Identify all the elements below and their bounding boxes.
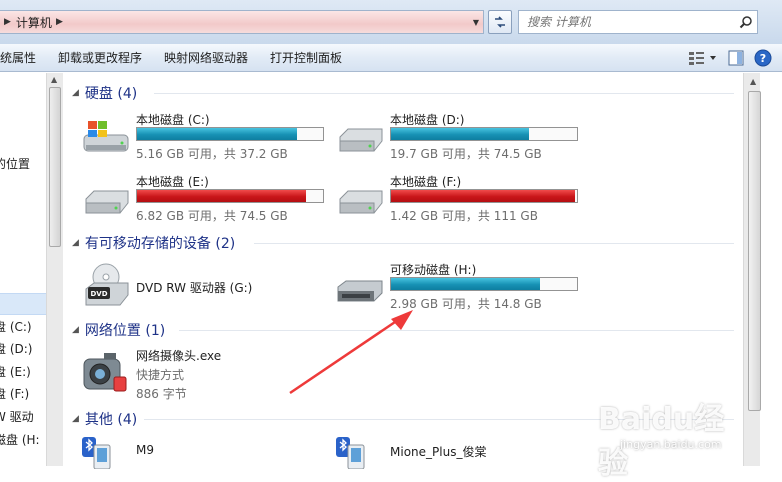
system-properties-button[interactable]: 统属性 [0, 49, 47, 66]
watermark: Baidu经验 jingyan.baidu.com [598, 394, 748, 481]
removable-disk-icon [337, 280, 383, 302]
collapse-icon[interactable]: ◢ [72, 238, 79, 248]
item-type: 快捷方式 [136, 368, 185, 382]
breadcrumb-item-computer[interactable]: 计算机 [16, 14, 52, 31]
nav-item-drive-d[interactable]: 盘 (D:) [0, 340, 38, 357]
chevron-right-icon[interactable]: ▶ [56, 17, 63, 27]
drive-name: 本地磁盘 (E:) [136, 175, 209, 189]
collapse-icon[interactable]: ◢ [72, 414, 79, 424]
item-size: 886 字节 [136, 387, 187, 401]
drive-name: 可移动磁盘 (H:) [390, 263, 477, 277]
drive-usage-bar [390, 189, 578, 203]
nav-item[interactable]: t [0, 77, 5, 91]
group-header-hard-disks[interactable]: ◢ 硬盘 (4) [72, 83, 137, 103]
item-name: Mione_Plus_俊棠 [390, 445, 487, 459]
dvd-drive-icon: DVD [85, 263, 129, 306]
group-header-removable[interactable]: ◢ 有可移动存储的设备 (2) [72, 233, 235, 253]
drive-free-space: 19.7 GB 可用，共 74.5 GB [390, 147, 542, 161]
drive-name: 本地磁盘 (C:) [136, 113, 210, 127]
view-options-button[interactable] [688, 51, 718, 65]
search-input[interactable] [527, 15, 737, 29]
drive-d[interactable]: 本地磁盘 (D:) 19.7 GB 可用，共 74.5 GB [334, 111, 584, 163]
drive-c[interactable]: 本地磁盘 (C:) 5.16 GB 可用，共 37.2 GB [80, 111, 330, 163]
nav-scrollbar-thumb[interactable] [49, 87, 61, 247]
chevron-right-icon[interactable]: ▶ [4, 17, 11, 27]
drive-removable-h[interactable]: 可移动磁盘 (H:) 2.98 GB 可用，共 14.8 GB [334, 261, 584, 313]
drive-usage-bar [136, 127, 324, 141]
search-box[interactable] [518, 10, 758, 34]
bluetooth-device-icon [336, 437, 365, 469]
open-control-panel-button[interactable]: 打开控制面板 [259, 49, 353, 66]
drive-name: 本地磁盘 (D:) [390, 113, 465, 127]
view-options-icon [689, 52, 716, 65]
hard-drive-icon [85, 190, 129, 214]
system-drive-icon [83, 121, 129, 152]
hard-drive-icon [339, 190, 383, 214]
drive-name: DVD RW 驱动器 (G:) [136, 281, 253, 295]
group-header-other[interactable]: ◢ 其他 (4) [72, 409, 137, 429]
drive-free-space: 2.98 GB 可用，共 14.8 GB [390, 297, 542, 311]
drive-usage-fill [391, 278, 540, 290]
nav-item-drive-c[interactable]: 盘 (C:) [0, 318, 38, 335]
nav-item-drive-f[interactable]: 盘 (F:) [0, 385, 35, 402]
help-icon: ? [754, 49, 772, 67]
group-header-network[interactable]: ◢ 网络位置 (1) [72, 320, 165, 340]
drive-e[interactable]: 本地磁盘 (E:) 6.82 GB 可用，共 74.5 GB [80, 173, 330, 225]
other-item-mione-plus[interactable]: Mione_Plus_俊棠 [334, 435, 554, 469]
drive-free-space: 5.16 GB 可用，共 37.2 GB [136, 147, 288, 161]
preview-pane-button[interactable] [728, 50, 744, 66]
watermark-url: jingyan.baidu.com [620, 438, 722, 451]
svg-text:DVD: DVD [90, 290, 107, 298]
drive-name: 本地磁盘 (F:) [390, 175, 462, 189]
refresh-button[interactable] [488, 10, 512, 34]
drive-free-space: 6.82 GB 可用，共 74.5 GB [136, 209, 288, 223]
navigation-pane: t 的位置 盘 (C:) 盘 (D:) 盘 (E:) 盘 (F:) W 驱动 磁… [0, 73, 46, 466]
drive-usage-bar [390, 127, 578, 141]
content-scrollbar-thumb[interactable] [748, 91, 761, 411]
drive-usage-bar [136, 189, 324, 203]
other-item-m9[interactable]: M9 [80, 435, 280, 469]
drive-usage-fill [391, 190, 576, 202]
drive-usage-fill [137, 128, 297, 140]
command-toolbar: 统属性 卸载或更改程序 映射网络驱动器 打开控制面板 ? [0, 44, 782, 72]
drive-free-space: 1.42 GB 可用，共 111 GB [390, 209, 538, 223]
svg-text:?: ? [760, 52, 766, 65]
refresh-icon [495, 16, 505, 28]
nav-scrollbar[interactable]: ▲ [46, 73, 63, 466]
collapse-icon[interactable]: ◢ [72, 88, 79, 98]
help-button[interactable]: ? [754, 49, 772, 67]
map-network-drive-button[interactable]: 映射网络驱动器 [153, 49, 259, 66]
nav-item-drive-e[interactable]: 盘 (E:) [0, 363, 37, 380]
drive-f[interactable]: 本地磁盘 (F:) 1.42 GB 可用，共 111 GB [334, 173, 584, 225]
network-item-webcam[interactable]: 网络摄像头.exe 快捷方式 886 字节 [80, 345, 280, 405]
drive-usage-bar [390, 277, 578, 291]
breadcrumb[interactable]: ▶ 计算机 ▶ [0, 10, 484, 34]
drive-usage-fill [391, 128, 529, 140]
hard-drive-icon [339, 128, 383, 152]
search-icon[interactable] [739, 15, 753, 32]
item-name: 网络摄像头.exe [136, 349, 222, 363]
scroll-up-icon[interactable]: ▲ [51, 75, 57, 84]
nav-item-recent-places[interactable]: 的位置 [0, 155, 36, 172]
drive-usage-fill [137, 190, 307, 202]
nav-item-dvd-drive[interactable]: W 驱动 [0, 408, 40, 425]
uninstall-program-button[interactable]: 卸载或更改程序 [47, 49, 153, 66]
nav-selected-highlight [0, 293, 46, 315]
address-bar: ▶ 计算机 ▶ ▼ [0, 0, 782, 44]
scroll-up-icon[interactable]: ▲ [750, 77, 756, 86]
address-dropdown-button[interactable]: ▼ [468, 10, 484, 34]
item-name: M9 [136, 443, 154, 457]
nav-item-removable-disk[interactable]: 磁盘 (H: [0, 431, 46, 448]
preview-pane-icon [728, 50, 744, 66]
bluetooth-device-icon [82, 437, 111, 469]
collapse-icon[interactable]: ◢ [72, 325, 79, 335]
drive-dvd-g[interactable]: DVD DVD RW 驱动器 (G:) [80, 263, 330, 315]
webcam-icon [83, 353, 127, 392]
